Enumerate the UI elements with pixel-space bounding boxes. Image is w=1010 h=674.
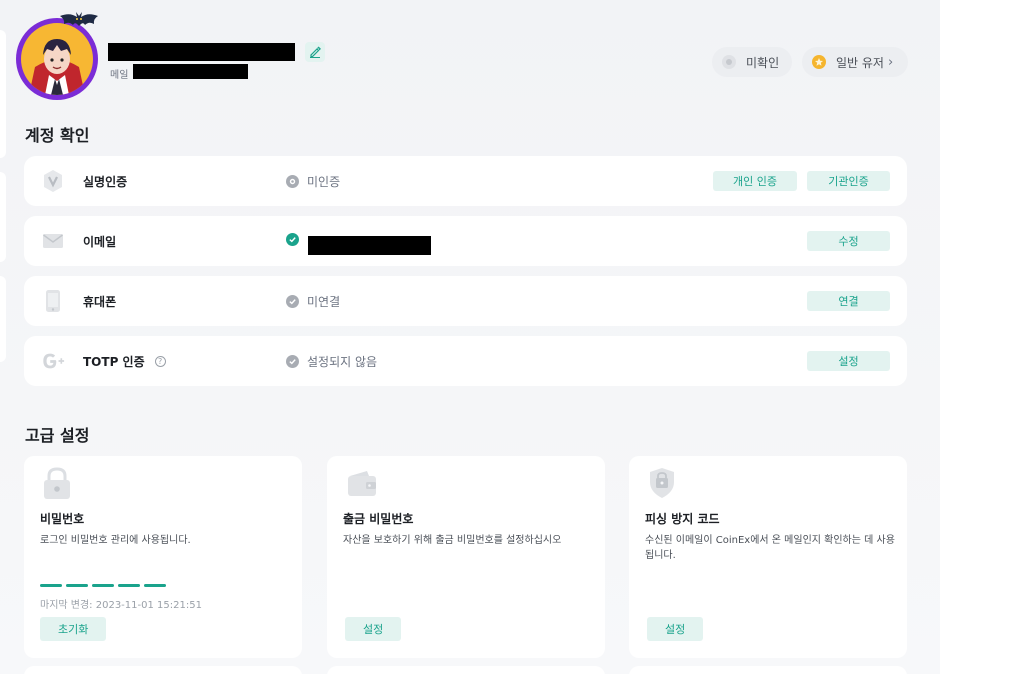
- setup-withdrawal-password-button[interactable]: 설정: [345, 617, 402, 641]
- personal-verification-button[interactable]: 개인 인증: [713, 171, 797, 191]
- verification-status: 미연결: [286, 293, 340, 310]
- unverified-gear-icon: [286, 175, 299, 188]
- next-card-row: [327, 666, 605, 674]
- redacted-email-value: [308, 236, 431, 255]
- verification-status: 미인증: [286, 173, 340, 190]
- bat-decoration-icon: [60, 12, 98, 26]
- sidebar-edge: [0, 172, 6, 262]
- password-last-changed: 마지막 변경: 2023-11-01 15:21:51: [40, 600, 202, 611]
- verification-status-label: 미연결: [307, 295, 341, 309]
- shield-icon: [650, 468, 674, 498]
- verified-check-icon: [286, 233, 299, 246]
- verification-row-realname: 실명인증 미인증 개인 인증 기관인증: [24, 156, 907, 206]
- email-label: 메일: [110, 70, 129, 81]
- next-card-row: [24, 666, 302, 674]
- card-description: 로그인 비밀번호 관리에 사용됩니다.: [40, 535, 191, 546]
- totp-name-label: TOTP 인증: [83, 355, 145, 369]
- reset-password-button[interactable]: 초기화: [40, 617, 107, 641]
- account-verification-title: 계정 확인: [25, 126, 90, 145]
- card-title: 비밀번호: [40, 512, 85, 526]
- kyc-status-label: 미확인: [746, 55, 780, 70]
- verification-status-label: 설정되지 않음: [307, 355, 378, 369]
- verification-name: 이메일: [83, 235, 117, 249]
- withdrawal-password-card: 출금 비밀번호 자산을 보호하기 위해 출금 비밀번호를 설정하십시오 설정: [327, 456, 605, 658]
- sidebar-edge: [0, 30, 6, 158]
- wallet-icon: [348, 471, 376, 496]
- verification-name: 휴대폰: [83, 295, 117, 309]
- mail-icon: [41, 229, 65, 253]
- edit-email-button[interactable]: 수정: [807, 231, 890, 251]
- phone-icon: [41, 289, 65, 313]
- gold-badge-icon: [812, 55, 826, 69]
- help-question-icon[interactable]: ?: [154, 356, 166, 367]
- verification-status: [286, 233, 307, 246]
- card-description: 수신된 이메일이 CoinEx에서 온 메일인지 확인하는 데 사용됩니다.: [645, 535, 895, 561]
- sidebar-edge: [0, 276, 6, 362]
- verification-row-phone: 휴대폰 미연결 연결: [24, 276, 907, 326]
- verified-v-icon: [41, 169, 65, 193]
- anti-phishing-card: 피싱 방지 코드 수신된 이메일이 CoinEx에서 온 메일인지 확인하는 데…: [629, 456, 907, 658]
- unlinked-check-icon: [286, 295, 299, 308]
- verification-name: 실명인증: [83, 175, 128, 189]
- institution-verification-button[interactable]: 기관인증: [807, 171, 890, 191]
- lock-icon: [44, 467, 70, 499]
- setup-anti-phishing-button[interactable]: 설정: [647, 617, 704, 641]
- verification-name: TOTP 인증 ?: [83, 353, 166, 370]
- security-page: 메일 미확인 일반 유저 › 계정 확인 실명인증 미인증 개인 인증 기관인증…: [0, 0, 940, 674]
- unverified-badge-icon: [722, 55, 736, 69]
- password-strength-bar: [40, 584, 166, 587]
- card-title: 출금 비밀번호: [343, 512, 414, 526]
- password-card: 비밀번호 로그인 비밀번호 관리에 사용됩니다. 마지막 변경: 2023-11…: [24, 456, 302, 658]
- kyc-status-badge[interactable]: 미확인: [712, 47, 792, 77]
- chevron-right-icon: ›: [887, 54, 894, 70]
- not-set-check-icon: [286, 355, 299, 368]
- advanced-settings-title: 고급 설정: [25, 426, 90, 445]
- card-description: 자산을 보호하기 위해 출금 비밀번호를 설정하십시오: [343, 535, 562, 546]
- edit-nickname-button[interactable]: [305, 42, 325, 62]
- setup-totp-button[interactable]: 설정: [807, 351, 890, 371]
- verification-status-label: 미인증: [307, 175, 341, 189]
- user-level-badge[interactable]: 일반 유저 ›: [802, 47, 908, 77]
- user-level-label: 일반 유저: [836, 55, 884, 70]
- card-title: 피싱 방지 코드: [645, 512, 720, 526]
- next-card-row: [629, 666, 907, 674]
- edit-pencil-icon: [310, 46, 321, 58]
- redacted-username: [108, 43, 295, 61]
- google-auth-icon: [41, 349, 65, 373]
- verification-row-email: 이메일 수정: [24, 216, 907, 266]
- link-phone-button[interactable]: 연결: [807, 291, 890, 311]
- redacted-email: [133, 64, 248, 79]
- verification-status: 설정되지 않음: [286, 353, 377, 370]
- verification-row-totp: TOTP 인증 ? 설정되지 않음 설정: [24, 336, 907, 386]
